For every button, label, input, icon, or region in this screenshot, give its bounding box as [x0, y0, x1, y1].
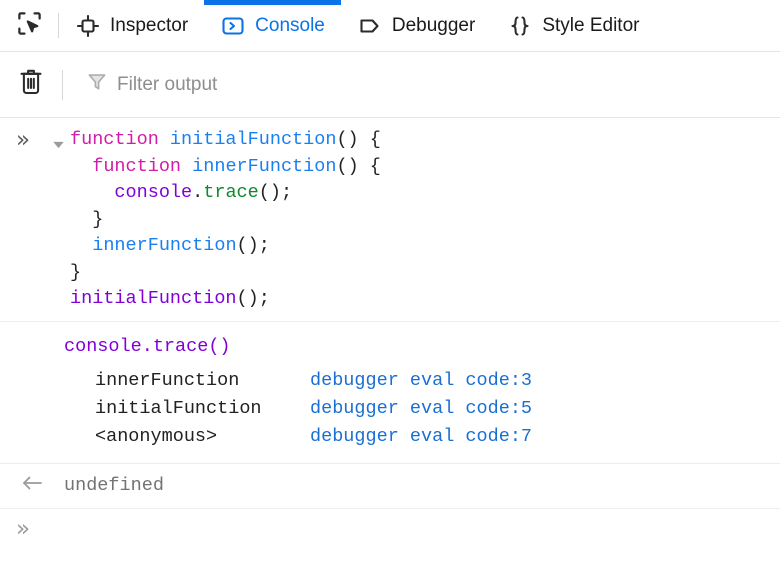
- stack-frame-function: initialFunction: [95, 397, 262, 419]
- double-chevron-right-icon: »: [15, 515, 31, 542]
- code-line: innerFunction();: [70, 233, 780, 260]
- code-line: console.trace();: [70, 180, 780, 207]
- element-picker-button[interactable]: [0, 0, 58, 51]
- filter-input-wrapper[interactable]: Filter output: [63, 52, 780, 117]
- code-token: () {: [336, 155, 381, 177]
- code-token: console: [114, 182, 193, 203]
- inspector-icon: [75, 13, 101, 39]
- code-line: }: [70, 207, 780, 234]
- tab-inspector-label: Inspector: [110, 15, 189, 36]
- code-token: initialFunction: [169, 129, 337, 150]
- filter-input[interactable]: Filter output: [117, 74, 217, 96]
- console-icon: [220, 13, 246, 39]
- code-token: () {: [336, 129, 381, 150]
- stack-frame-location[interactable]: debugger eval code:3: [310, 367, 532, 395]
- code-token: }: [92, 208, 104, 230]
- tab-style-editor[interactable]: Style Editor: [491, 0, 655, 51]
- input-prompt-marker: »: [0, 127, 46, 152]
- filter-funnel-icon: [87, 72, 107, 97]
- console-trace-message[interactable]: console.trace() innerFunction debugger ev…: [0, 322, 780, 464]
- tab-debugger[interactable]: Debugger: [341, 0, 491, 51]
- prompt-marker: »: [0, 515, 46, 542]
- code-token: ();: [236, 288, 270, 309]
- code-line: function innerFunction() {: [70, 154, 780, 181]
- stack-frame-function: <anonymous>: [95, 425, 218, 447]
- triangle-down-icon: [52, 136, 65, 157]
- code-token: .: [192, 182, 204, 203]
- debugger-icon: [357, 13, 383, 39]
- code-token: }: [70, 261, 82, 283]
- code-token: initialFunction: [70, 288, 237, 309]
- tab-inspector[interactable]: Inspector: [59, 0, 204, 51]
- element-picker-icon: [16, 10, 43, 42]
- code-token: ();: [236, 235, 270, 256]
- stack-frame-list: innerFunction debugger eval code:3 initial…: [0, 362, 780, 451]
- code-line: initialFunction();: [70, 286, 780, 313]
- stack-frame-row[interactable]: innerFunction debugger eval code:3: [0, 367, 780, 395]
- code-token: function: [92, 155, 193, 177]
- style-editor-icon: [507, 13, 533, 39]
- console-filter-toolbar: Filter output: [0, 52, 780, 118]
- code-snippet: function initialFunction() { function in…: [70, 127, 780, 313]
- console-result-row: undefined: [0, 464, 780, 509]
- console-output: » function initialFunction() { function …: [0, 118, 780, 559]
- code-token: innerFunction: [92, 235, 237, 256]
- code-token: trace: [203, 182, 259, 203]
- trash-icon: [18, 68, 44, 101]
- code-token: ();: [258, 182, 293, 203]
- return-arrow-icon: [21, 474, 43, 498]
- code-token: innerFunction: [192, 155, 337, 177]
- console-input-echo[interactable]: » function initialFunction() { function …: [0, 118, 780, 322]
- result-value: undefined: [64, 475, 164, 496]
- stack-frame-function: innerFunction: [95, 369, 240, 391]
- clear-console-button[interactable]: [0, 68, 62, 101]
- code-token: function: [70, 129, 170, 150]
- tab-console[interactable]: Console: [204, 0, 341, 51]
- expand-toggle[interactable]: [46, 127, 70, 157]
- code-line: }: [70, 260, 780, 287]
- result-marker: [0, 474, 64, 498]
- code-line: function initialFunction() {: [70, 127, 780, 154]
- console-prompt-row[interactable]: »: [0, 509, 780, 559]
- stack-frame-row[interactable]: initialFunction debugger eval code:5: [0, 395, 780, 423]
- trace-title: console.trace(): [64, 335, 231, 357]
- tab-style-editor-label: Style Editor: [542, 15, 640, 36]
- stack-frame-location[interactable]: debugger eval code:7: [310, 423, 532, 451]
- tab-console-label: Console: [255, 15, 325, 36]
- tab-debugger-label: Debugger: [391, 15, 476, 36]
- devtools-toolbar: Inspector Console Debugger Style Editor: [0, 0, 780, 52]
- double-chevron-right-icon: »: [15, 127, 31, 153]
- stack-frame-row[interactable]: <anonymous> debugger eval code:7: [0, 423, 780, 451]
- stack-frame-location[interactable]: debugger eval code:5: [310, 395, 532, 423]
